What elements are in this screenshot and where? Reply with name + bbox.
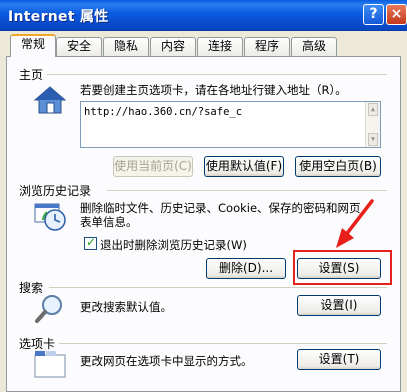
annotation-arrow-icon bbox=[336, 199, 374, 248]
tab-general[interactable]: 常规 bbox=[10, 34, 56, 57]
